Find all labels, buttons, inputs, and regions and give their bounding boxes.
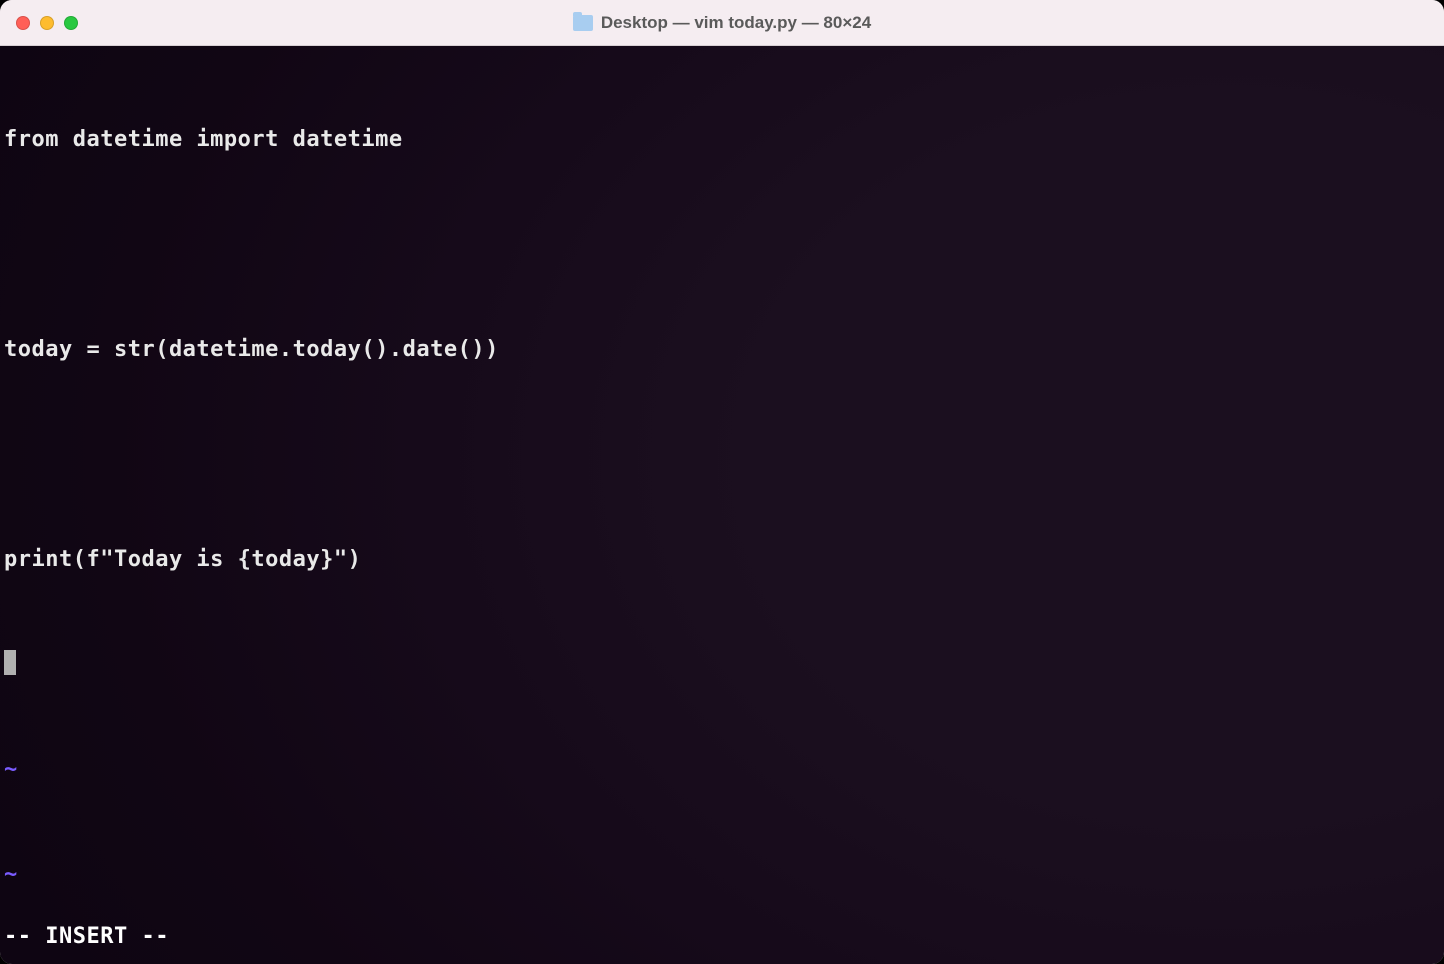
cursor-icon (4, 650, 16, 675)
code-line: from datetime import datetime (4, 122, 1440, 157)
maximize-button[interactable] (64, 16, 78, 30)
titlebar: Desktop — vim today.py — 80×24 (0, 0, 1444, 46)
vim-empty-line: ~ (4, 857, 1440, 892)
title-wrap: Desktop — vim today.py — 80×24 (0, 13, 1444, 33)
vim-empty-line: ~ (4, 752, 1440, 787)
code-line (4, 647, 1440, 682)
code-line (4, 437, 1440, 472)
vim-status-line: -- INSERT -- (4, 919, 1440, 954)
folder-icon (573, 15, 593, 31)
terminal-area[interactable]: from datetime import datetime today = st… (0, 46, 1444, 964)
minimize-button[interactable] (40, 16, 54, 30)
traffic-lights (16, 16, 78, 30)
code-line: print(f"Today is {today}") (4, 542, 1440, 577)
close-button[interactable] (16, 16, 30, 30)
window-title: Desktop — vim today.py — 80×24 (601, 13, 871, 33)
code-line (4, 227, 1440, 262)
code-line: today = str(datetime.today().date()) (4, 332, 1440, 367)
terminal-window: Desktop — vim today.py — 80×24 from date… (0, 0, 1444, 964)
